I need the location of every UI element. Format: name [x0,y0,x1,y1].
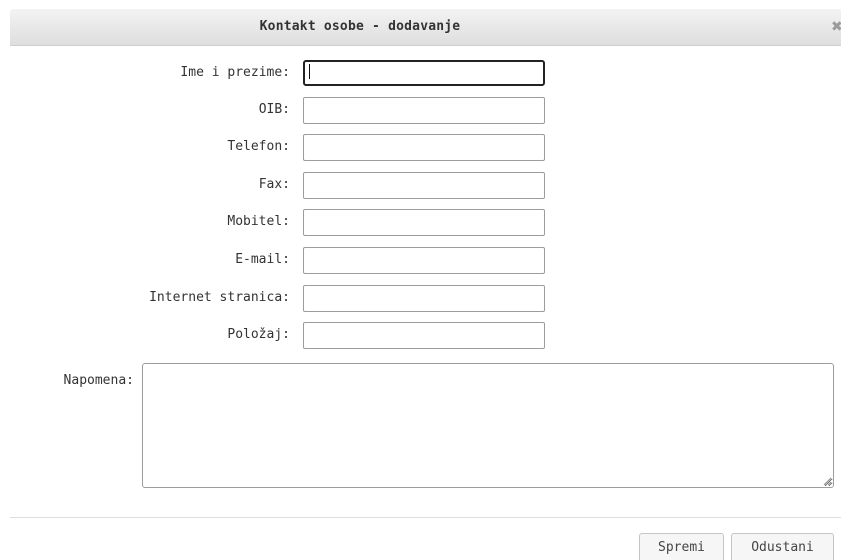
text-caret [309,64,310,79]
close-icon[interactable]: ✖ [831,18,841,36]
mobile-input[interactable] [303,209,545,236]
phone-input[interactable] [303,134,545,161]
mobile-label: Mobitel: [227,214,290,229]
cancel-button[interactable]: Odustani [731,533,834,560]
fax-input[interactable] [303,172,545,199]
button-pane-divider [10,517,841,518]
phone-label: Telefon: [227,139,290,154]
dialog-title: Kontakt osobe - dodavanje [259,19,461,34]
oib-label: OIB: [258,102,290,117]
resize-grip-icon[interactable] [822,476,832,486]
website-input[interactable] [303,285,545,312]
email-input[interactable] [303,247,545,274]
contact-person-add-dialog: Kontakt osobe - dodavanje ✖ Ime i prezim… [0,0,841,560]
position-input[interactable] [303,322,545,349]
email-label: E-mail: [235,252,290,267]
note-textarea[interactable] [142,363,834,488]
save-button[interactable]: Spremi [639,533,724,560]
position-label: Položaj: [227,327,290,342]
dialog-titlebar[interactable]: Kontakt osobe - dodavanje ✖ [10,9,841,46]
note-label: Napomena: [63,373,134,388]
oib-input[interactable] [303,97,545,124]
full-name-input[interactable] [303,60,545,86]
full-name-label: Ime i prezime: [180,65,290,80]
website-label: Internet stranica: [149,290,290,305]
fax-label: Fax: [258,177,290,192]
